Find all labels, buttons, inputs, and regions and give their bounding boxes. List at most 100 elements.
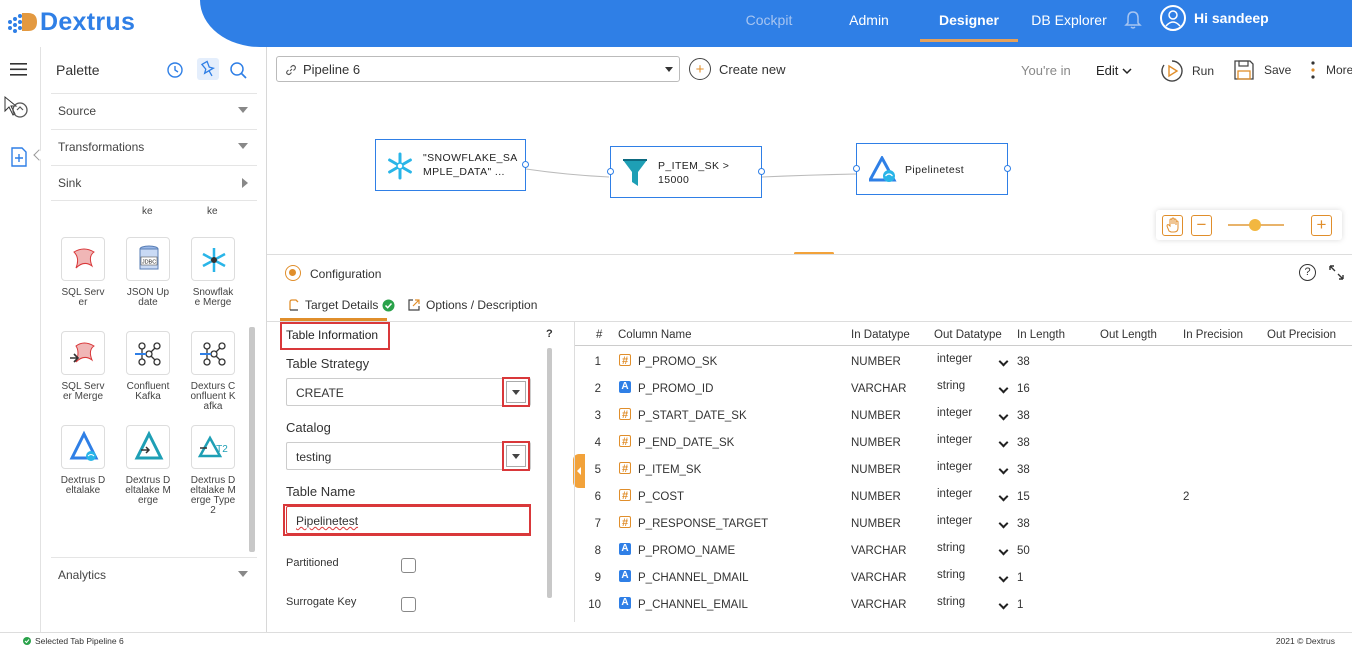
catalog-select[interactable]: testing [286,442,531,470]
tile-snowflake-merge[interactable]: Snowflake Merge [190,237,236,308]
header-out-datatype[interactable]: Out Datatype [934,329,1002,341]
user-menu[interactable]: Hi sandeep [1160,5,1269,31]
table-row[interactable]: 4 # P_END_DATE_SK NUMBER integer 38 [575,430,1352,457]
tile-dextrus-deltalake[interactable]: Dextrus Deltalake [60,425,106,496]
partial-tile-label: ke [142,206,153,217]
palette-section-analytics[interactable]: Analytics [51,557,257,593]
canvas-node-filter[interactable]: P_ITEM_SK > 15000 [607,146,765,198]
tile-dextrus-deltalake-merge[interactable]: Dextrus Deltalake Merge [125,425,171,506]
palette-section-sink[interactable]: Sink [51,165,257,201]
palette-section-source[interactable]: Source [51,93,257,129]
svg-text:T2: T2 [216,444,228,455]
canvas-node-source[interactable]: "SNOWFLAKE_SAMPLE_DATA" ... [375,139,529,191]
jdbc-icon: JDBC [126,237,170,281]
table-row[interactable]: 9 A P_CHANNEL_DMAIL VARCHAR string 1 [575,565,1352,592]
partitioned-checkbox[interactable] [401,558,416,573]
out-datatype-select[interactable]: string [937,380,1009,398]
input-port[interactable] [607,168,614,175]
highlight-box [283,504,531,536]
pipeline-recycle-icon[interactable] [3,95,31,121]
tile-dextrus-deltalake-merge-type-2[interactable]: T2 Dextrus Deltalake Merge Type 2 [190,425,236,516]
header-out-length[interactable]: Out Length [1100,329,1157,341]
form-scrollbar[interactable] [547,348,552,598]
grid-header: # Column Name In Datatype Out Datatype I… [575,325,1352,346]
out-datatype-select[interactable]: integer [937,488,1009,506]
nav-admin[interactable]: Admin [840,0,898,40]
out-datatype-select[interactable]: integer [937,353,1009,371]
table-row[interactable]: 8 A P_PROMO_NAME VARCHAR string 50 [575,538,1352,565]
tile-dexturs-confluent-kafka[interactable]: Dexturs Confluent Kafka [190,331,236,412]
help-icon[interactable]: ? [1299,264,1316,281]
tab-target-details[interactable]: Target Details [287,298,395,312]
table-strategy-label: Table Strategy [286,356,370,371]
palette-section-transformations[interactable]: Transformations [51,129,257,165]
configuration-title: Configuration [310,267,382,281]
zoom-in-button[interactable]: + [1311,215,1332,236]
header-in-datatype[interactable]: In Datatype [851,329,910,341]
in-length: 38 [1017,437,1030,449]
zoom-out-button[interactable]: − [1191,215,1212,236]
table-row[interactable]: 5 # P_ITEM_SK NUMBER integer 38 [575,457,1352,484]
section-label: Transformations [58,140,145,154]
history-icon[interactable] [166,61,184,79]
tile-confluent-kafka[interactable]: Confluent Kafka [125,331,171,402]
pin-button[interactable] [197,58,219,80]
canvas-node-target[interactable]: Pipelinetest [853,143,1011,195]
out-datatype-select[interactable]: integer [937,407,1009,425]
zoom-slider[interactable] [1228,219,1284,231]
header-column-name[interactable]: Column Name [618,329,692,341]
out-datatype-select[interactable]: integer [937,515,1009,533]
table-row[interactable]: 3 # P_START_DATE_SK NUMBER integer 38 [575,403,1352,430]
bell-icon[interactable] [1124,10,1142,30]
out-datatype-select[interactable]: string [937,596,1009,614]
table-info-help[interactable]: ? [546,328,553,340]
table-row[interactable]: 1 # P_PROMO_SK NUMBER integer 38 [575,349,1352,376]
header-out-precision[interactable]: Out Precision [1267,329,1336,341]
dextrus-logo-icon [8,13,37,33]
output-port[interactable] [1004,165,1011,172]
logo-text: Dextrus [40,7,136,36]
table-row[interactable]: 7 # P_RESPONSE_TARGET NUMBER integer 38 [575,511,1352,538]
tab-options-description[interactable]: Options / Description [407,298,537,312]
output-port[interactable] [522,161,529,168]
header-in-length[interactable]: In Length [1017,329,1065,341]
snowflake-icon [388,152,412,180]
tile-json-update[interactable]: JDBC JSON Update [125,237,171,308]
zoom-slider-handle[interactable] [1249,219,1261,231]
nav-cockpit[interactable]: Cockpit [738,0,800,40]
highlight-box [502,441,530,471]
out-datatype-select[interactable]: integer [937,461,1009,479]
in-length: 38 [1017,464,1030,476]
palette-panel: Palette Source Transformations Sink ke k… [41,47,267,632]
column-name: P_PROMO_NAME [638,545,736,557]
out-datatype-value: integer [937,461,973,473]
tile-sql-server[interactable]: SQL Server [60,237,106,308]
table-row[interactable]: 10 A P_CHANNEL_EMAIL VARCHAR string 1 [575,592,1352,619]
column-name: P_RESPONSE_TARGET [638,518,769,530]
table-row[interactable]: 6 # P_COST NUMBER integer 15 2 [575,484,1352,511]
out-datatype-select[interactable]: string [937,542,1009,560]
pan-button[interactable] [1162,215,1183,236]
nav-db-explorer[interactable]: DB Explorer [1030,0,1108,40]
nav-designer[interactable]: Designer [920,0,1018,42]
output-port[interactable] [758,168,765,175]
logo[interactable]: Dextrus [6,8,135,36]
table-strategy-select[interactable]: CREATE [286,378,531,406]
expand-icon[interactable] [1329,265,1344,280]
out-datatype-select[interactable]: integer [937,434,1009,452]
hamburger-menu-icon[interactable] [10,63,27,76]
out-datatype-select[interactable]: string [937,569,1009,587]
left-rail [0,47,45,632]
tile-sql-server-merge[interactable]: SQL Server Merge [60,331,106,402]
number-type-icon: # [619,408,631,421]
search-icon[interactable] [229,61,247,79]
input-port[interactable] [853,165,860,172]
row-index: 1 [594,356,601,368]
pin-icon [200,60,216,77]
palette-scrollbar[interactable] [249,327,255,552]
add-document-icon[interactable] [11,147,27,167]
partitioned-label: Partitioned [286,557,339,569]
table-row[interactable]: 2 A P_PROMO_ID VARCHAR string 16 [575,376,1352,403]
surrogate-key-checkbox[interactable] [401,597,416,612]
header-in-precision[interactable]: In Precision [1183,329,1243,341]
